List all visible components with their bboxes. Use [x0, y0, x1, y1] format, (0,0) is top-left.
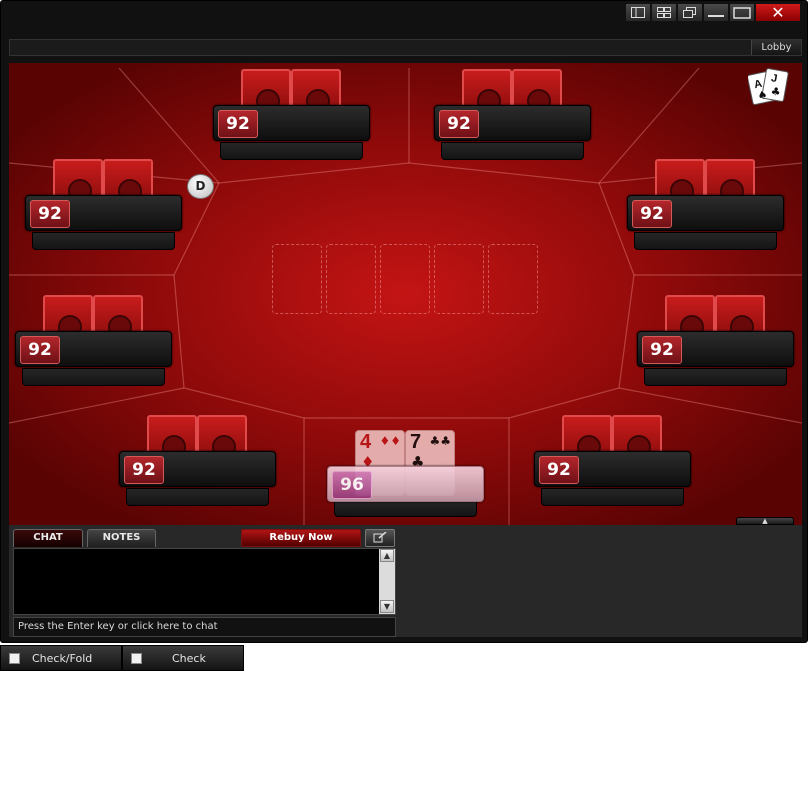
pin-icon — [373, 532, 387, 543]
seat-nameplate: 92 — [637, 331, 794, 367]
maximize-icon[interactable] — [729, 3, 755, 22]
player-seat[interactable]: 92 — [534, 415, 694, 506]
scroll-down-icon[interactable]: ▼ — [380, 600, 394, 613]
hero-hole-cards: 4 ♦ ♦♦ 7 ♣ ♣♣ — [355, 430, 457, 496]
stack-badge: 92 — [439, 110, 479, 138]
check-fold-checkbox[interactable]: Check/Fold — [0, 645, 122, 671]
seat-nameplate: 92 — [534, 451, 691, 487]
card-pips: ♣♣ — [429, 434, 451, 448]
hero-seat[interactable]: 4 ♦ ♦♦ 7 ♣ ♣♣ 96 — [327, 430, 487, 520]
player-seat[interactable]: 92 — [627, 159, 787, 250]
chat-panel: CHAT NOTES Rebuy Now ▲ ▼ Press the Enter… — [13, 529, 396, 637]
checkbox-icon[interactable] — [9, 652, 20, 664]
player-seat[interactable]: 92 — [434, 69, 594, 160]
stack-badge: 92 — [20, 336, 60, 364]
hero-stack-badge: 96 — [332, 471, 372, 499]
close-icon: ✕ — [771, 3, 785, 22]
card-rank: 4 — [360, 431, 372, 453]
close-button[interactable]: ✕ — [755, 3, 801, 22]
stack-badge: 92 — [124, 456, 164, 484]
hole-cards — [462, 69, 564, 113]
stack-badge: 92 — [30, 200, 70, 228]
seat-base — [126, 488, 269, 506]
seat-base — [220, 142, 363, 160]
seat-nameplate: 92 — [25, 195, 182, 231]
tab-chat[interactable]: CHAT — [13, 529, 83, 547]
seat-nameplate: 92 — [434, 105, 591, 141]
player-seat[interactable]: 92 — [25, 159, 185, 250]
card-rank: 7 — [410, 431, 422, 453]
scroll-up-icon[interactable]: ▲ — [380, 549, 394, 562]
hole-cards — [562, 415, 664, 459]
check-label: Check — [172, 651, 206, 665]
player-seat[interactable]: 92 — [15, 295, 175, 386]
poker-table-window: ✕ Lobby 92 92 92 92 92 92 92 92 4 ♦ ♦♦ 7… — [0, 0, 808, 643]
seat-nameplate: 92 — [15, 331, 172, 367]
stack-badge: 92 — [539, 456, 579, 484]
checkbox-icon[interactable] — [131, 652, 142, 664]
titlebar-controls: ✕ — [625, 3, 801, 23]
grid-icon[interactable] — [651, 3, 677, 22]
restore-icon[interactable] — [677, 3, 703, 22]
community-card-slot — [488, 244, 538, 314]
seat-base — [644, 368, 787, 386]
hero-nameplate: 96 — [327, 466, 484, 502]
hole-cards — [53, 159, 155, 203]
hole-cards — [241, 69, 343, 113]
chat-log[interactable]: ▲ ▼ — [13, 548, 396, 615]
seat-base — [441, 142, 584, 160]
dealer-button: D — [187, 174, 214, 199]
check-checkbox[interactable]: Check — [122, 645, 244, 671]
stack-badge: 92 — [642, 336, 682, 364]
expand-panel-tab[interactable]: ▲ — [736, 517, 794, 525]
chat-input[interactable]: Press the Enter key or click here to cha… — [13, 617, 396, 637]
seat-base — [541, 488, 684, 506]
hole-cards — [147, 415, 249, 459]
rebuy-now-button[interactable]: Rebuy Now — [241, 529, 361, 547]
tab-notes[interactable]: NOTES — [87, 529, 156, 547]
seat-nameplate: 92 — [213, 105, 370, 141]
community-card-slot — [380, 244, 430, 314]
minimize-icon[interactable] — [703, 3, 729, 22]
community-card-slot — [326, 244, 376, 314]
card-pips: ♦♦ — [379, 434, 401, 448]
stack-badge: 92 — [632, 200, 672, 228]
table-felt: 92 92 92 92 92 92 92 92 4 ♦ ♦♦ 7 ♣ ♣♣ 96… — [9, 63, 802, 525]
player-seat[interactable]: 92 — [637, 295, 797, 386]
seat-nameplate: 92 — [627, 195, 784, 231]
seat-base — [634, 232, 777, 250]
seat-base — [32, 232, 175, 250]
player-seat[interactable]: 92 — [119, 415, 279, 506]
community-card-slot — [434, 244, 484, 314]
info-bar: Lobby — [9, 39, 802, 56]
chat-scrollbar[interactable]: ▲ ▼ — [379, 549, 395, 614]
layout-icon[interactable] — [625, 3, 651, 22]
hole-cards — [43, 295, 145, 339]
hole-cards — [655, 159, 757, 203]
seat-nameplate: 92 — [119, 451, 276, 487]
bottom-panel: CHAT NOTES Rebuy Now ▲ ▼ Press the Enter… — [9, 525, 802, 637]
pin-chat-button[interactable] — [365, 529, 395, 547]
stack-badge: 92 — [218, 110, 258, 138]
playing-cards-icon[interactable]: A ♠ J ♣ — [748, 67, 792, 109]
community-card-slot — [272, 244, 322, 314]
player-seat[interactable]: 92 — [213, 69, 373, 160]
seat-base — [22, 368, 165, 386]
hole-cards — [665, 295, 767, 339]
lobby-button[interactable]: Lobby — [751, 40, 801, 55]
check-fold-label: Check/Fold — [32, 651, 93, 665]
